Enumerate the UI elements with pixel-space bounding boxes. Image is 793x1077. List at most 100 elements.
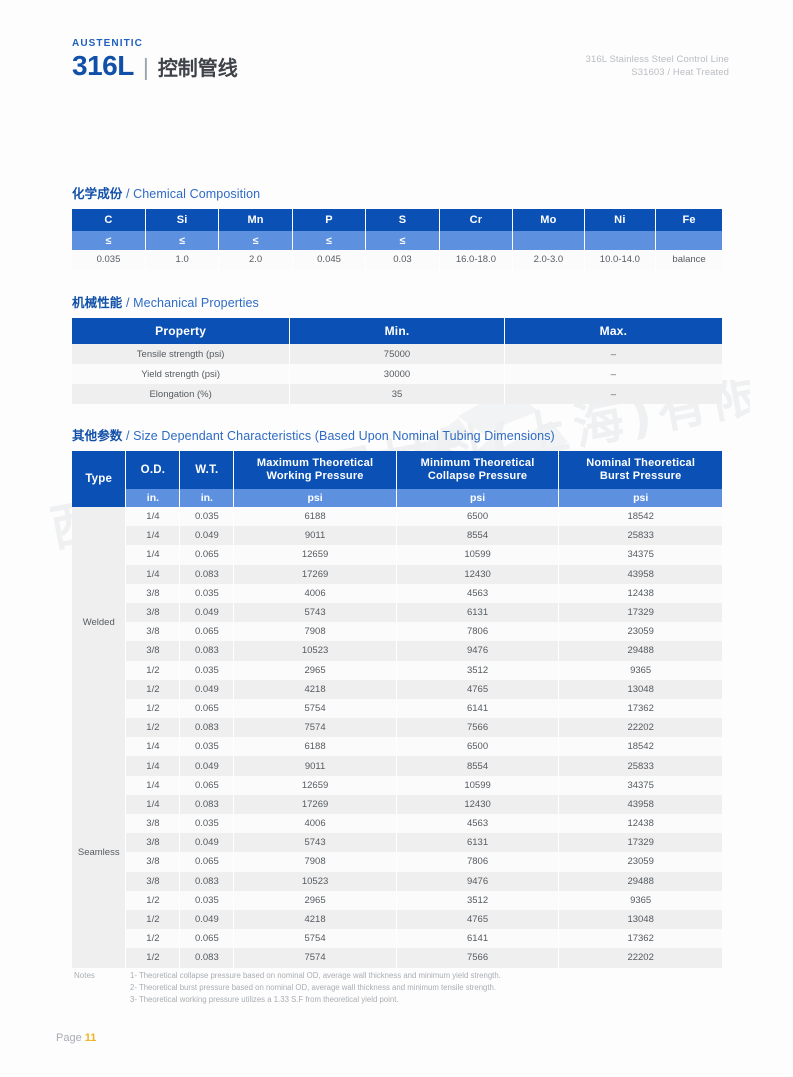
table-row: Elongation (%) 35– bbox=[72, 384, 722, 404]
wt-value: 0.049 bbox=[179, 909, 235, 930]
collapse-pressure-value: 12430 bbox=[396, 794, 560, 814]
burst-pressure-value: 12438 bbox=[558, 814, 722, 834]
wt-value: 0.035 bbox=[179, 583, 235, 603]
collapse-pressure-value: 9476 bbox=[396, 641, 560, 661]
burst-pressure-value: 12438 bbox=[558, 583, 722, 603]
wt-value: 0.035 bbox=[179, 814, 235, 834]
collapse-pressure-value: 7566 bbox=[396, 948, 560, 968]
wt-value: 0.049 bbox=[179, 756, 235, 776]
burst-pressure-value: 43958 bbox=[558, 564, 722, 584]
working-pressure-value: 7574 bbox=[233, 718, 397, 738]
od-value: 1/4 bbox=[125, 737, 181, 757]
working-pressure-value: 17269 bbox=[233, 564, 397, 584]
table-row: 3/8 0.065 7908 7806 23059 bbox=[72, 852, 722, 872]
wt-value: 0.049 bbox=[179, 526, 235, 546]
wt-value: 0.035 bbox=[179, 660, 235, 680]
notes-block: Notes 1- Theoretical collapse pressure b… bbox=[74, 970, 714, 1006]
column-header-mn: Mn bbox=[218, 209, 293, 231]
od-value: 1/4 bbox=[125, 545, 181, 565]
od-value: 1/4 bbox=[125, 756, 181, 776]
collapse-pressure-value: 4765 bbox=[396, 679, 560, 699]
notes-label: Notes bbox=[74, 971, 95, 980]
burst-pressure-value: 29488 bbox=[558, 871, 722, 891]
burst-pressure-value: 25833 bbox=[558, 756, 722, 776]
od-value: 1/2 bbox=[125, 698, 181, 719]
footer-page-number: 11 bbox=[84, 1032, 97, 1044]
table-row: Welded 1/4 0.035 6188 6500 18542 bbox=[72, 507, 722, 738]
chemical-value-cr: 16.0-18.0 bbox=[439, 250, 514, 269]
od-value: 3/8 bbox=[125, 583, 181, 603]
wt-value: 0.083 bbox=[179, 794, 235, 814]
burst-pressure-value: 17362 bbox=[558, 929, 722, 949]
collapse-pressure-value: 9476 bbox=[396, 871, 560, 891]
table-row: 1/4 0.083 17269 12430 43958 bbox=[72, 794, 722, 814]
working-pressure-value: 5754 bbox=[233, 698, 397, 719]
table-header-row: C Si Mn P S Cr Mo Ni Fe bbox=[72, 209, 722, 231]
note-item-3: 3- Theoretical working pressure utilizes… bbox=[130, 995, 399, 1005]
collapse-pressure-value: 4563 bbox=[396, 814, 560, 834]
chemical-composition-table: C Si Mn P S Cr Mo Ni Fe ≤ ≤ ≤ ≤ ≤ 0.035 1.0 2.0 0.045 0.… bbox=[72, 209, 722, 269]
chemical-value-mo: 2.0-3.0 bbox=[512, 250, 585, 269]
wt-value: 0.049 bbox=[179, 602, 235, 623]
od-value: 1/4 bbox=[125, 564, 181, 584]
column-header-nominaltheoreticalburstpressure: Nominal Theoretical Burst Pressure bbox=[558, 451, 722, 489]
chemical-value-p: 0.045 bbox=[292, 250, 367, 269]
column-header-minimumtheoreticalcollapsepressure: Minimum Theoretical Collapse Pressure bbox=[396, 451, 560, 489]
burst-pressure-value: 13048 bbox=[558, 679, 722, 699]
brand-block: AUSTENITIC 316L | 控制管线 bbox=[72, 38, 238, 80]
table-row: 1/2 0.035 2965 3512 9365 bbox=[72, 660, 722, 680]
property-name: Tensile strength (psi) bbox=[72, 344, 291, 364]
table-row: 1/2 0.035 2965 3512 9365 bbox=[72, 890, 722, 910]
table-row: 1/4 0.065 12659 10599 34375 bbox=[72, 545, 722, 565]
table-row: 3/8 0.049 5743 6131 17329 bbox=[72, 833, 722, 853]
table-row: 3/8 0.035 4006 4563 12438 bbox=[72, 583, 722, 603]
column-header-fe: Fe bbox=[655, 209, 722, 231]
table-row: 1/2 0.083 7574 7566 22202 bbox=[72, 718, 722, 738]
chemical-value-mn: 2.0 bbox=[218, 250, 293, 269]
table-row: Tensile strength (psi) 75000– bbox=[72, 344, 722, 364]
burst-pressure-value: 9365 bbox=[558, 890, 722, 910]
burst-pressure-value: 17329 bbox=[558, 833, 722, 853]
column-subunit-1: in. bbox=[125, 489, 181, 507]
wt-value: 0.049 bbox=[179, 679, 235, 699]
header-meta-line1: 316L Stainless Steel Control Line bbox=[585, 54, 729, 65]
brand-separator: | bbox=[142, 54, 149, 80]
collapse-pressure-value: 3512 bbox=[396, 660, 560, 680]
wt-value: 0.035 bbox=[179, 507, 235, 527]
burst-pressure-value: 34375 bbox=[558, 775, 722, 795]
column-header-wt: W.T. bbox=[179, 451, 235, 489]
property-min: 75000 bbox=[289, 344, 505, 364]
wt-value: 0.065 bbox=[179, 929, 235, 949]
column-subheader-0: ≤ bbox=[72, 231, 146, 250]
burst-pressure-value: 23059 bbox=[558, 852, 722, 872]
burst-pressure-value: 18542 bbox=[558, 737, 722, 757]
table-row: 1/4 0.049 9011 8554 25833 bbox=[72, 756, 722, 776]
table-row: 1/2 0.065 5754 6141 17362 bbox=[72, 698, 722, 719]
property-max: – bbox=[504, 364, 722, 384]
working-pressure-value: 17269 bbox=[233, 794, 397, 814]
section-size-characteristics: 其他参数 / Size Dependant Characteristics (B… bbox=[72, 425, 722, 968]
table-row: 1/4 0.083 17269 12430 43958 bbox=[72, 564, 722, 584]
column-header-mo: Mo bbox=[512, 209, 585, 231]
od-value: 1/2 bbox=[125, 929, 181, 949]
section-title-mechanical-en: / Mechanical Properties bbox=[125, 296, 259, 310]
collapse-pressure-value: 6131 bbox=[396, 602, 560, 623]
property-name: Yield strength (psi) bbox=[72, 364, 291, 384]
wt-value: 0.049 bbox=[179, 833, 235, 853]
chemical-value-s: 0.03 bbox=[365, 250, 440, 269]
column-subunit-3: psi bbox=[233, 489, 397, 507]
od-value: 3/8 bbox=[125, 622, 181, 642]
type-cell-seamless: Seamless bbox=[72, 737, 127, 968]
table-row: 3/8 0.083 10523 9476 29488 bbox=[72, 641, 722, 661]
collapse-pressure-value: 6500 bbox=[396, 737, 560, 757]
collapse-pressure-value: 6141 bbox=[396, 929, 560, 949]
wt-value: 0.065 bbox=[179, 698, 235, 719]
property-max: – bbox=[504, 384, 722, 404]
working-pressure-value: 5754 bbox=[233, 929, 397, 949]
column-subunit-4: psi bbox=[396, 489, 560, 507]
collapse-pressure-value: 10599 bbox=[396, 775, 560, 795]
brand-title-cn: 控制管线 bbox=[157, 58, 238, 80]
brand-grade: 316L bbox=[72, 50, 134, 81]
column-header-s: S bbox=[365, 209, 440, 231]
page-footer: Page 11 bbox=[56, 1032, 96, 1044]
